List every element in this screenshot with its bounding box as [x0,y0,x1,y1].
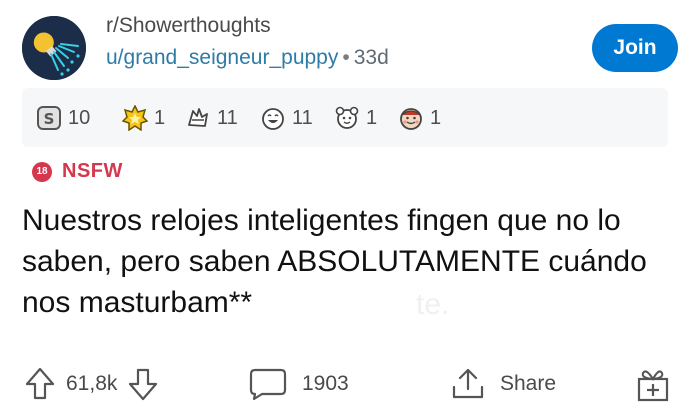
award-gold[interactable]: 1 [122,105,165,131]
share-label: Share [500,372,557,395]
post-header: r/Showerthoughts u/grand_seigneur_puppy •… [22,12,678,80]
upvote-arrow-icon[interactable] [24,367,56,401]
svg-text:S: S [44,110,55,128]
nsfw-label: NSFW [62,160,123,182]
post-title[interactable]: Nuestros relojes inteligentes fingen que… [22,200,687,323]
laughing-award-icon [262,108,284,130]
comments-button[interactable]: 1903 [248,366,349,402]
meta-separator: • [342,46,350,69]
gift-award-icon [637,370,669,402]
vote-controls: 61,8k [24,366,159,402]
share-icon [452,368,484,399]
share-button[interactable]: Share [450,366,556,402]
nsfw-tag: 18 NSFW [32,160,123,183]
author-username[interactable]: u/grand_seigneur_puppy [106,46,338,69]
award-praise[interactable]: 11 [185,105,238,131]
age-18-icon: 18 [32,161,52,182]
award-hugz[interactable]: 1 [398,105,441,131]
award-silver[interactable]: S 10 [36,105,90,131]
hugz-award-icon [400,108,422,130]
praise-award-icon [188,108,208,127]
awards-bar[interactable]: S 10 1 11 11 1 1 [22,88,668,147]
wholesome-award-icon [335,106,359,129]
award-count: 1 [430,106,442,129]
comment-bubble-icon [249,368,287,401]
award-count: 11 [292,106,313,129]
award-count: 10 [68,106,91,129]
award-count: 11 [217,106,238,129]
award-count: 1 [366,106,378,129]
comment-count: 1903 [302,372,349,395]
subreddit-name[interactable]: r/Showerthoughts [106,13,389,39]
award-laughing[interactable]: 11 [260,105,313,131]
join-button[interactable]: Join [592,24,678,72]
author-line: u/grand_seigneur_puppy • 33d [106,43,389,73]
post-meta: r/Showerthoughts u/grand_seigneur_puppy •… [106,13,389,73]
award-wholesome[interactable]: 1 [334,105,377,131]
shower-head-icon [22,16,86,80]
downvote-arrow-icon[interactable] [127,367,159,401]
award-gift-button[interactable] [636,366,670,402]
post-age: 33d [353,46,389,69]
subreddit-avatar[interactable] [22,16,86,80]
post-actions-bar: 61,8k 1903 Share [0,360,700,408]
award-count: 1 [154,106,166,129]
gold-award-icon [122,105,148,131]
silver-award-icon: S [37,106,61,130]
vote-score: 61,8k [66,372,118,395]
